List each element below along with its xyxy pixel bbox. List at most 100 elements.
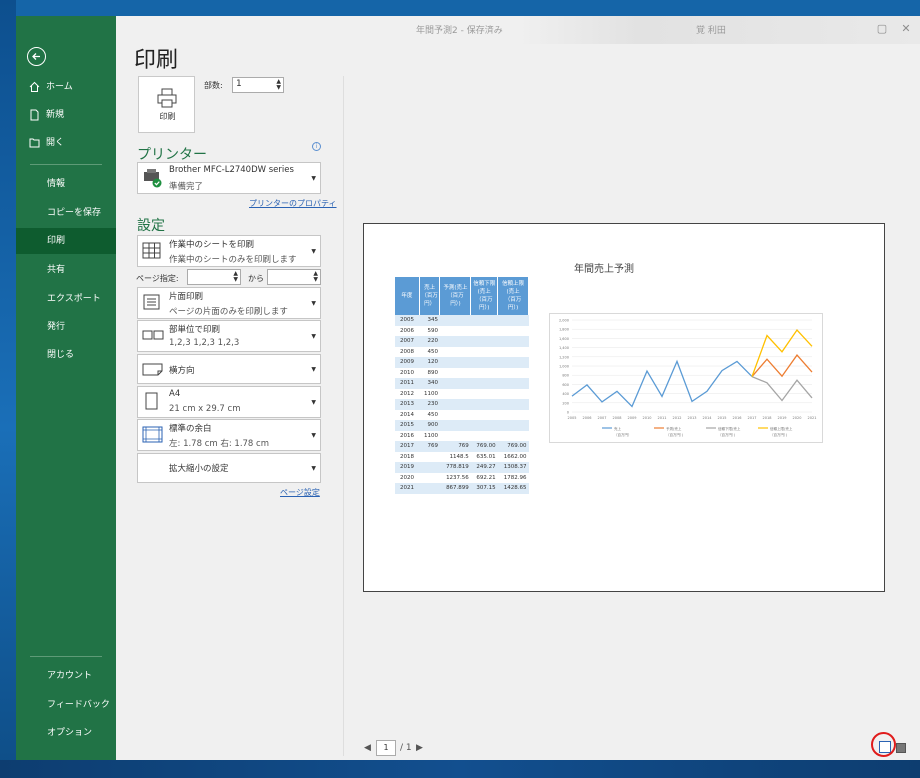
- restore-icon[interactable]: ▢: [872, 20, 892, 38]
- info-icon[interactable]: i: [312, 142, 321, 151]
- sidebar-item-label: 閉じる: [47, 350, 75, 360]
- y-tick-label: 0: [567, 411, 569, 415]
- table-cell: 590: [419, 325, 440, 336]
- pages-label: ページ指定:: [136, 274, 179, 283]
- table-row: 2021 867.899 307.15 1428.65: [395, 483, 529, 494]
- sidebar-item-label: ホーム: [46, 82, 73, 92]
- table-cell: 249.27: [470, 462, 498, 473]
- close-icon[interactable]: ✕: [896, 20, 916, 38]
- data-table: 年度 売上 （百万 円） 予測(売上 （百万 円）) 信頼下限 (売上 （百万 円）)…: [395, 277, 529, 494]
- table-cell: 2006: [395, 325, 420, 336]
- chevron-down-icon: ▼: [311, 333, 316, 340]
- print-scope-dropdown[interactable]: 作業中のシートを印刷 作業中のシートのみを印刷します ▼: [137, 235, 321, 267]
- zoom-to-page-button[interactable]: [896, 743, 906, 753]
- sidebar-item-label: 情報: [47, 179, 66, 189]
- collate-dropdown[interactable]: 部単位で印刷 1,2,3 1,2,3 1,2,3 ▼: [137, 320, 321, 352]
- chevron-down-icon: ▼: [311, 366, 316, 373]
- table-cell: 1428.65: [497, 483, 529, 494]
- margins-dropdown[interactable]: 標準の余白 左: 1.78 cm 右: 1.78 cm ▼: [137, 419, 321, 451]
- table-cell: [470, 336, 498, 347]
- table-cell: [419, 472, 440, 483]
- x-tick-label: 2012: [673, 416, 682, 420]
- legend-label: （百万円）): [770, 432, 788, 437]
- sidebar-item-label: エクスポート: [47, 294, 101, 304]
- spinner-icon[interactable]: ▲ ▼: [276, 79, 281, 91]
- pages-to-label: から: [248, 274, 264, 283]
- table-cell: 2014: [395, 409, 420, 420]
- copies-stepper[interactable]: 1 ▲ ▼: [232, 77, 284, 93]
- x-tick-label: 2020: [793, 416, 802, 420]
- scaling-dropdown[interactable]: 拡大縮小の設定 ▼: [137, 453, 321, 483]
- x-tick-label: 2006: [583, 416, 592, 420]
- printer-name: Brother MFC-L2740DW series: [169, 165, 294, 175]
- collate-desc: 1,2,3 1,2,3 1,2,3: [169, 338, 240, 348]
- sides-dropdown[interactable]: 片面印刷 ページの片面のみを印刷します ▼: [137, 287, 321, 319]
- sidebar-item-label: 開く: [46, 138, 65, 148]
- page-to-input[interactable]: ▲ ▼: [267, 269, 321, 285]
- sidebar-item-label: 新規: [46, 110, 65, 120]
- sidebar-item-label: 共有: [47, 265, 66, 275]
- scope-desc: 作業中のシートのみを印刷します: [169, 255, 297, 265]
- line-chart-svg: 0 200 400 600 800 1,000 1,200 1,400 1,600 1,800 2,…: [559, 319, 816, 438]
- printer-icon: [156, 88, 178, 112]
- sidebar-item-print[interactable]: 印刷: [16, 228, 116, 254]
- sidebar-item-close[interactable]: 閉じる: [16, 342, 116, 368]
- table-cell: 2011: [395, 378, 420, 389]
- print-button[interactable]: 印刷: [138, 76, 195, 133]
- sheet-grid-icon: [142, 236, 162, 266]
- margins-desc: 左: 1.78 cm 右: 1.78 cm: [169, 439, 269, 449]
- table-row: 2016 1100: [395, 430, 529, 441]
- sidebar-item-new[interactable]: 新規: [16, 102, 116, 128]
- next-page-icon[interactable]: ▶: [416, 743, 423, 753]
- sidebar-item-info[interactable]: 情報: [16, 171, 116, 197]
- table-cell: 2020: [395, 472, 420, 483]
- table-header-cell: 信頼下限 (売上 （百万 円）): [470, 277, 499, 315]
- table-cell: [497, 430, 529, 441]
- chevron-down-icon: ▼: [311, 465, 316, 472]
- table-cell: [439, 409, 471, 420]
- x-tick-label: 2009: [628, 416, 637, 420]
- sidebar-divider: [30, 656, 102, 657]
- sidebar-item-open[interactable]: 開く: [16, 130, 116, 156]
- table-cell: 769: [439, 441, 471, 452]
- table-cell: [470, 315, 498, 326]
- sidebar-item-feedback[interactable]: フィードバック: [16, 692, 116, 718]
- paper-size-dropdown[interactable]: A4 21 cm x 29.7 cm ▼: [137, 386, 321, 418]
- window-title: 年間予測2 - 保存済み: [416, 26, 503, 36]
- table-cell: 2019: [395, 462, 420, 473]
- spinner-icon[interactable]: ▲ ▼: [313, 271, 318, 283]
- table-row: 2011 340: [395, 378, 529, 389]
- desktop-top: [0, 0, 920, 16]
- table-cell: [470, 430, 498, 441]
- table-cell: 2007: [395, 336, 420, 347]
- printer-properties-link[interactable]: プリンターのプロパティ: [249, 198, 337, 209]
- sidebar-item-account[interactable]: アカウント: [16, 663, 116, 689]
- printer-dropdown[interactable]: Brother MFC-L2740DW series 準備完了 ▼: [137, 162, 321, 194]
- sidebar-item-publish[interactable]: 発行: [16, 314, 116, 340]
- table-cell: 2018: [395, 451, 420, 462]
- table-cell: [439, 336, 471, 347]
- table-cell: 1308.37: [497, 462, 529, 473]
- sidebar-item-home[interactable]: ホーム: [16, 74, 116, 100]
- sidebar-item-save-copy[interactable]: コピーを保存: [16, 200, 116, 226]
- table-cell: 1148.5: [439, 451, 471, 462]
- x-tick-label: 2013: [688, 416, 697, 420]
- back-arrow-icon[interactable]: [27, 47, 46, 66]
- sidebar-item-options[interactable]: オプション: [16, 720, 116, 746]
- page-number-input[interactable]: 1: [376, 740, 396, 756]
- scaling-value: 拡大縮小の設定: [169, 464, 229, 474]
- table-header-cell: 予測(売上 （百万 円）): [439, 277, 472, 315]
- highlight-circle: [871, 732, 896, 757]
- prev-page-icon[interactable]: ◀: [364, 743, 371, 753]
- sidebar-item-export[interactable]: エクスポート: [16, 286, 116, 312]
- sidebar-item-share[interactable]: 共有: [16, 257, 116, 283]
- spinner-icon[interactable]: ▲ ▼: [233, 271, 238, 283]
- table-cell: 2021: [395, 483, 420, 494]
- table-cell: 635.01: [470, 451, 498, 462]
- table-cell: [439, 378, 471, 389]
- orientation-dropdown[interactable]: 横方向 ▼: [137, 354, 321, 384]
- scope-title: 作業中のシートを印刷: [169, 240, 255, 250]
- page-setup-link[interactable]: ページ設定: [280, 487, 320, 498]
- page-from-input[interactable]: ▲ ▼: [187, 269, 241, 285]
- table-cell: 2005: [395, 315, 420, 326]
